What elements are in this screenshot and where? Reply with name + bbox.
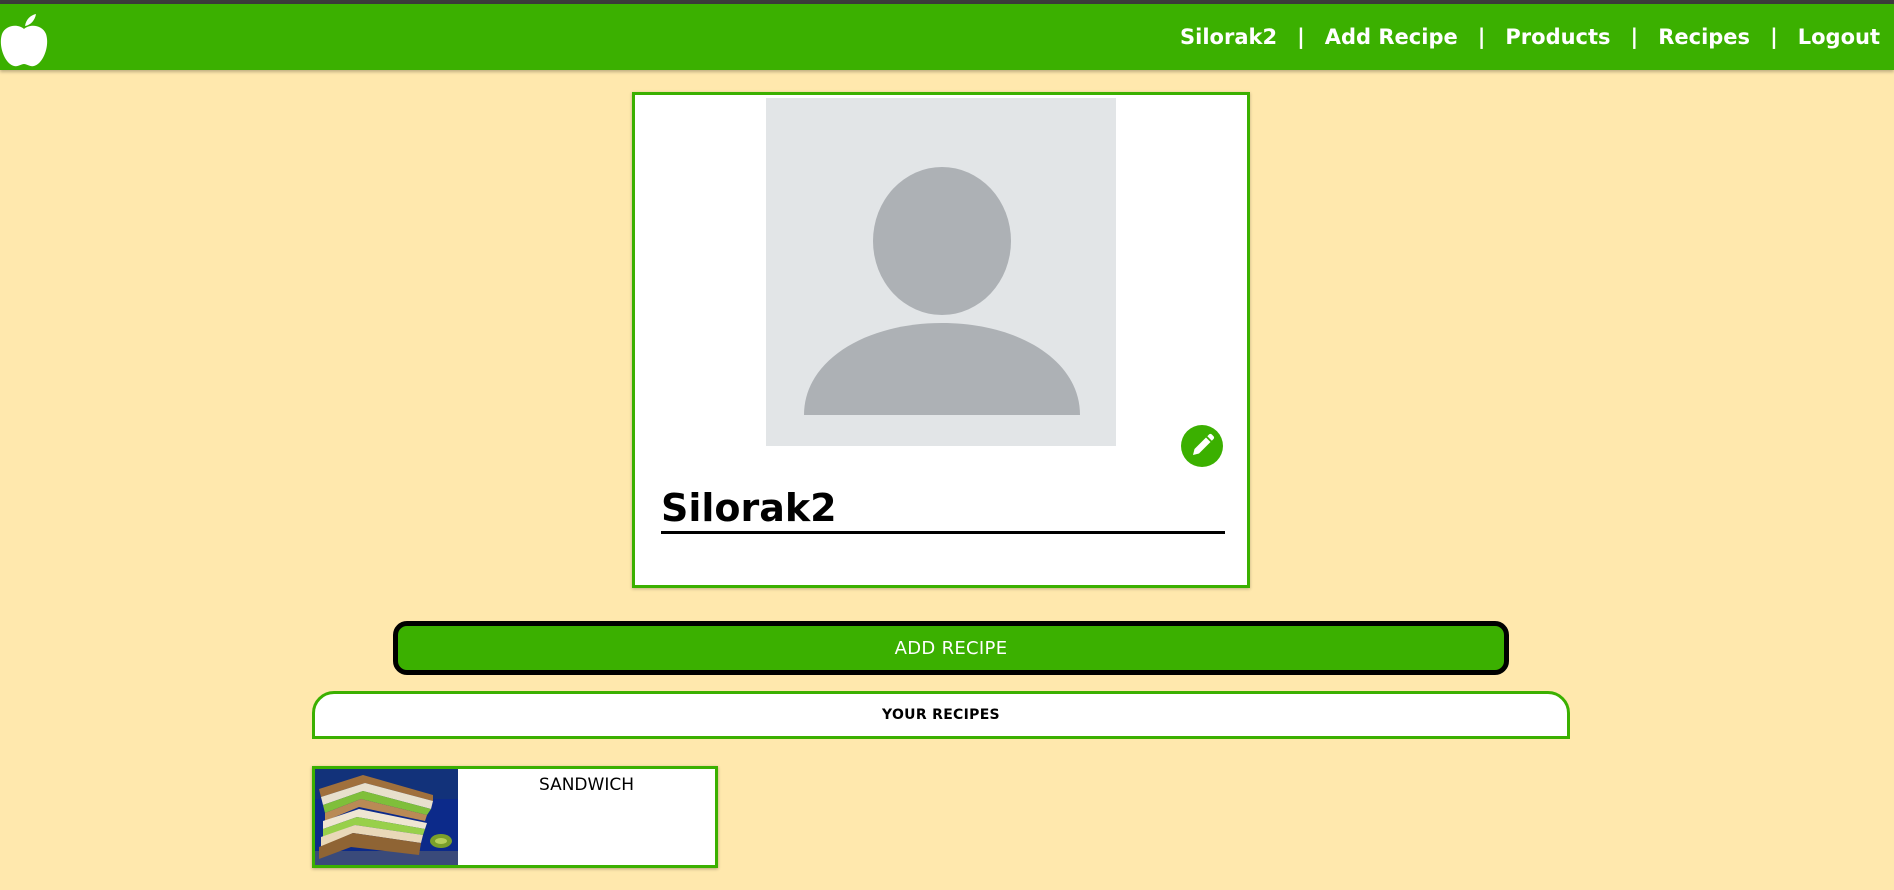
top-navbar: Silorak2 | Add Recipe | Products | Recip… (0, 4, 1894, 70)
profile-card: Silorak2 (632, 92, 1250, 588)
default-avatar-icon (766, 98, 1116, 446)
recipe-title: SANDWICH (538, 775, 635, 795)
nav-link-products[interactable]: Products (1505, 25, 1610, 49)
profile-username: Silorak2 (661, 485, 1225, 534)
nav-link-profile[interactable]: Silorak2 (1180, 25, 1277, 49)
recipe-card[interactable]: SANDWICH (312, 766, 718, 868)
apple-icon[interactable] (0, 12, 48, 68)
nav-separator: | (1630, 25, 1639, 49)
nav-link-recipes[interactable]: Recipes (1658, 25, 1750, 49)
sandwich-photo (315, 769, 458, 865)
nav-separator: | (1770, 25, 1778, 49)
nav-separator: | (1477, 25, 1486, 49)
nav-link-add-recipe[interactable]: Add Recipe (1325, 25, 1458, 49)
nav-separator: | (1297, 25, 1305, 49)
nav-link-logout[interactable]: Logout (1798, 25, 1880, 49)
add-recipe-button[interactable]: ADD RECIPE (393, 621, 1509, 675)
pencil-icon (1193, 433, 1215, 455)
edit-profile-button[interactable] (1181, 425, 1223, 467)
nav-links: Silorak2 | Add Recipe | Products | Recip… (1180, 4, 1880, 70)
your-recipes-header: YOUR RECIPES (312, 691, 1570, 739)
